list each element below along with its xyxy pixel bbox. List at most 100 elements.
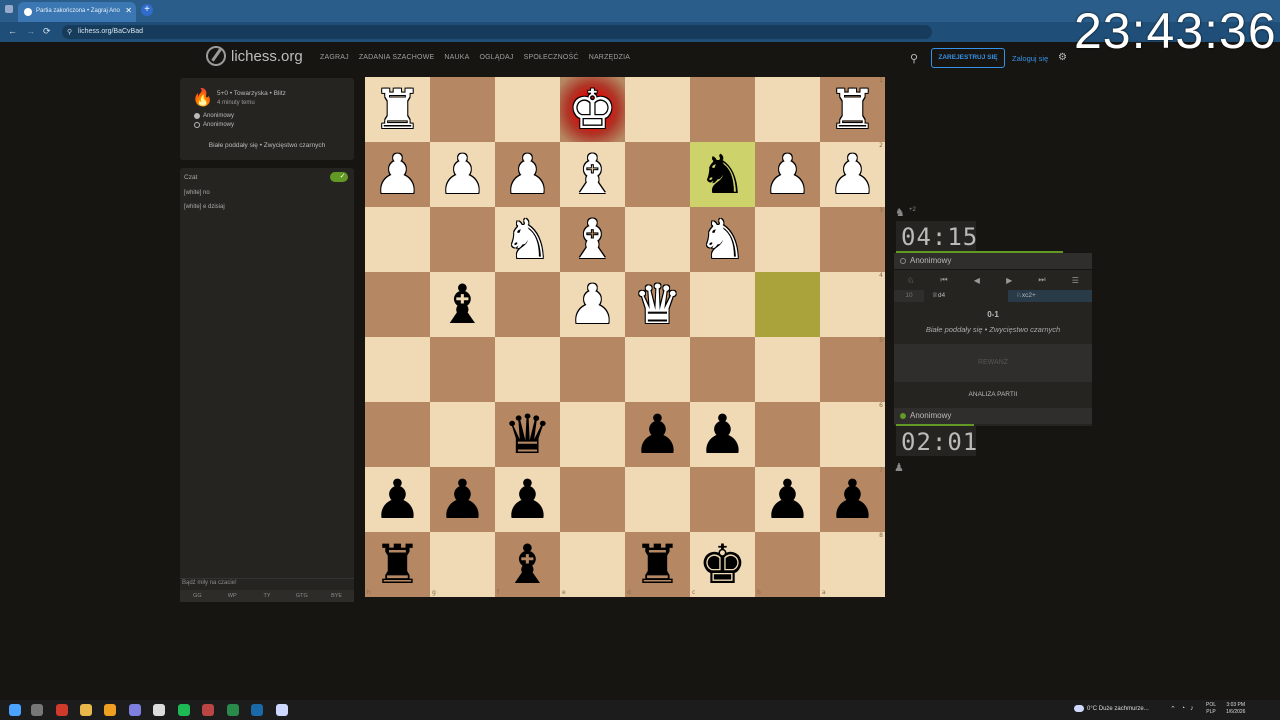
rematch-button[interactable]: REWANŻ [894,344,1092,382]
board-square[interactable] [430,77,495,142]
board-square[interactable]: e [560,532,625,597]
back-button[interactable]: ← [8,26,17,36]
media-icon[interactable] [202,704,214,716]
board-square[interactable] [625,337,690,402]
white-king-icon[interactable]: ♚ [568,82,616,137]
chrome-icon[interactable] [104,704,116,716]
chat-preset-gg[interactable]: GG [180,590,215,602]
wifi-icon[interactable]: ◔ [1181,705,1185,713]
black-pawn-icon[interactable]: ♟ [698,407,746,462]
start-icon[interactable] [9,704,21,716]
player-black-row[interactable]: Anonimowy [194,122,234,128]
white-pawn-icon[interactable]: ♟ [828,147,876,202]
brave-icon[interactable] [56,704,68,716]
board-square[interactable]: ♞ [690,207,755,272]
board-square[interactable]: 6 [820,402,885,467]
board-square[interactable] [560,402,625,467]
last-move-icon[interactable]: ⏭ [1038,275,1045,285]
black-pawn-icon[interactable]: ♟ [373,472,421,527]
volume-icon[interactable]: ♪ [1190,705,1194,713]
board-square[interactable] [365,402,430,467]
nav-puzzles[interactable]: ZADANIA SZACHOWE [359,54,435,61]
black-rook-icon[interactable]: ♜ [633,537,681,592]
board-square[interactable] [690,467,755,532]
black-queen-icon[interactable]: ♛ [503,407,551,462]
white-pawn-icon[interactable]: ♟ [763,147,811,202]
system-clock[interactable]: 3:03 PM 1/6/2026 [1226,702,1245,716]
chat-toggle[interactable] [330,172,348,182]
board-square[interactable]: ♟ 7 [820,467,885,532]
white-pawn-icon[interactable]: ♟ [438,147,486,202]
task-view-icon[interactable] [31,704,43,716]
board-square[interactable]: g [430,532,495,597]
board-square[interactable] [495,272,560,337]
language-indicator[interactable]: POL PLP [1206,702,1216,716]
analysis-button[interactable]: ANALIZA PARTII [894,386,1092,404]
board-square[interactable] [365,272,430,337]
board-square[interactable]: ♚ [560,77,625,142]
top-player[interactable]: Anonimowy [894,253,1092,269]
discord-icon[interactable] [129,704,141,716]
board-square[interactable]: 5 [820,337,885,402]
board-square[interactable] [625,467,690,532]
tab-close-icon[interactable]: ✕ [125,6,132,15]
board-square[interactable]: ♝ [430,272,495,337]
board-square[interactable]: ♟ [365,467,430,532]
board-square[interactable] [430,402,495,467]
board-square[interactable]: ♟ [430,142,495,207]
spotify-icon[interactable] [178,704,190,716]
board-square[interactable]: ♝ f [495,532,560,597]
board-square[interactable]: 3 [820,207,885,272]
board-square[interactable]: ♟ [365,142,430,207]
board-square[interactable] [495,77,560,142]
board-square[interactable]: ♜ d [625,532,690,597]
chess-board[interactable]: ♜ ♚ ♜ 1 ♟ ♟ ♟ ♝ ♞ ♟ ♟ 2 ♞ ♝ ♞ 3 ♝ ♟ ♛ 4 5 ♛ ♟ ♟ 6 ♟ ♟ ♟ ♟ ♟ 7 ♜ h g ♝ f e ♜ d ♚… [365,77,885,597]
board-square[interactable] [755,77,820,142]
white-queen-icon[interactable]: ♛ [633,277,681,332]
register-button[interactable]: ZAREJESTRUJ SIĘ [931,48,1005,68]
browser-tab[interactable]: Partia zakończona • Zagraj Ano ✕ [18,2,136,22]
board-square[interactable]: ♟ [690,402,755,467]
board-square[interactable]: ♝ [560,207,625,272]
white-bishop-icon[interactable]: ♝ [568,212,616,267]
black-knight-icon[interactable]: ♞ [698,147,746,202]
app-icon[interactable] [153,704,165,716]
board-square[interactable] [690,77,755,142]
board-square[interactable] [690,337,755,402]
board-square[interactable]: ♛ [495,402,560,467]
nav-tools[interactable]: NARZĘDZIA [589,54,630,61]
board-square[interactable]: ♟ [755,467,820,532]
chat-input[interactable]: Bądź miły na czacie! [180,578,354,590]
white-bishop-icon[interactable]: ♝ [568,147,616,202]
board-square[interactable]: 8a [820,532,885,597]
board-square[interactable]: ♟ [430,467,495,532]
board-square[interactable]: ♟ [560,272,625,337]
chat-preset-wp[interactable]: WP [215,590,250,602]
login-link[interactable]: Zaloguj się [1012,54,1048,63]
forward-button[interactable]: → [26,26,35,36]
menu-icon[interactable]: ☰ [1072,276,1079,285]
move-black[interactable]: ♘xc2+ [1008,290,1092,302]
board-square[interactable]: ♜ [365,77,430,142]
window-menu-icon[interactable] [5,5,13,13]
next-move-icon[interactable]: ▶ [1006,276,1012,285]
nav-community[interactable]: SPOŁECZNOŚĆ [524,54,579,61]
chat-preset-bye[interactable]: BYE [319,590,354,602]
move-white[interactable]: ♕d4 [924,290,1008,302]
white-knight-icon[interactable]: ♞ [698,212,746,267]
lichess-logo[interactable]: lichess.org [206,46,303,66]
board-square[interactable]: b [755,532,820,597]
player-white-row[interactable]: Anonimowy [194,113,234,119]
white-rook-icon[interactable]: ♜ [828,82,876,137]
file-explorer-icon[interactable] [80,704,92,716]
chat-preset-gtg[interactable]: GTG [284,590,319,602]
nav-learn[interactable]: NAUKA [444,54,469,61]
gear-icon[interactable]: ⚙ [1058,52,1067,63]
board-square[interactable]: ♟ [625,402,690,467]
board-square[interactable]: ♞ [690,142,755,207]
board-square[interactable] [430,337,495,402]
board-square[interactable] [365,337,430,402]
white-rook-icon[interactable]: ♜ [373,82,421,137]
board-square[interactable]: ♜ h [365,532,430,597]
reload-button[interactable]: ⟳ [43,26,51,37]
